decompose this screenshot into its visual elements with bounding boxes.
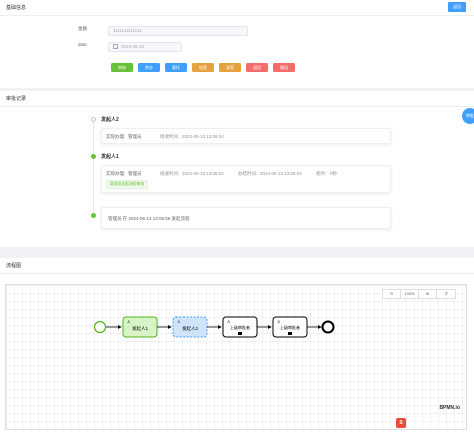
- basic-info-panel: 基础信息 返回 金额 1111111111111 date 2024-06-13…: [0, 0, 474, 88]
- withdraw-button[interactable]: 撤回: [273, 63, 295, 72]
- remove-sign-button[interactable]: 减签: [219, 63, 241, 72]
- audit-card: 实际办理: 管理员 接收时间: 2024-06-13 13:06:04: [101, 128, 391, 144]
- audit-title: 审批记录: [0, 91, 474, 107]
- entry-title: 发起人1: [101, 154, 119, 160]
- flow-diagram: ♙ 发起人1 ♙ 发起人2 ♙ 上级审批者 ♙ 上级审批者: [93, 316, 335, 338]
- receive-time: 2024-06-13 13:06:04: [182, 171, 224, 176]
- comment-tag: 管理员发起流程审批: [106, 180, 149, 189]
- bpmn-canvas[interactable]: ⊖ 100% ⊕ ↺ ♙ 发起人1 ♙ 发起人2 ♙ 上级审批者 ♙ 上级审批者…: [5, 284, 467, 430]
- user-icon: ♙: [127, 319, 131, 324]
- entry-title: 发起人2: [101, 117, 119, 123]
- task-label: 上级审批者: [280, 324, 300, 330]
- start-event[interactable]: [93, 320, 107, 334]
- back-button[interactable]: 返回: [448, 2, 466, 12]
- user-icon: ♙: [277, 319, 281, 324]
- transfer-button[interactable]: 转办: [138, 63, 160, 72]
- amount-field[interactable]: 1111111111111: [108, 26, 248, 36]
- receive-label: 接收时间:: [160, 171, 180, 176]
- task-label: 发起人1: [132, 325, 148, 332]
- task-label: 上级审批者: [230, 324, 250, 330]
- amount-label: 金额: [78, 26, 87, 31]
- timeline-line: [93, 122, 94, 214]
- approve-button[interactable]: 审核: [111, 63, 133, 72]
- flow-title: 流程图: [0, 258, 474, 274]
- handler-label: 实际办理:: [106, 171, 126, 176]
- cost-value: 0秒: [330, 171, 338, 176]
- date-value: 2024-06-13: [121, 44, 145, 49]
- delegate-button[interactable]: 委托: [165, 63, 187, 72]
- side-float-button[interactable]: 审批: [462, 108, 474, 124]
- multi-instance-icon: [288, 332, 292, 335]
- start-card: 管理员 在 2024-06-13 13:06:56 发起流程: [101, 207, 391, 229]
- receive-time: 2024-06-13 13:06:04: [182, 134, 224, 139]
- timeline-dot-pending: [91, 117, 96, 122]
- end-event[interactable]: [321, 320, 335, 334]
- handle-time: 2024-06-13 13:06:04: [260, 171, 302, 176]
- date-field[interactable]: 2024-06-13: [108, 42, 182, 52]
- multi-instance-icon: [238, 332, 242, 335]
- bpmn-io-logo[interactable]: BPMN.io: [439, 405, 460, 411]
- calendar-icon: [113, 44, 118, 50]
- receive-label: 接收时间:: [160, 134, 180, 139]
- return-button[interactable]: 退回: [246, 63, 268, 72]
- start-text: 管理员 在 2024-06-13 13:06:56 发起流程: [108, 216, 190, 221]
- basic-info-title: 基础信息: [0, 0, 474, 16]
- add-sign-button[interactable]: 加签: [192, 63, 214, 72]
- action-buttons: 审核 转办 委托 加签 减签 退回 撤回: [111, 63, 295, 72]
- csdn-logo-icon: S: [396, 418, 406, 428]
- date-label: date: [78, 42, 87, 47]
- handler-value: 管理员: [128, 171, 142, 176]
- csdn-watermark: S CSDN @阿霖说: [396, 418, 445, 428]
- watermark-text: CSDN @阿霖说: [409, 420, 445, 427]
- user-icon: ♙: [227, 319, 231, 324]
- timeline-dot-done: [91, 154, 96, 159]
- timeline-dot-start: [91, 213, 96, 218]
- task-label: 发起人2: [182, 325, 198, 332]
- cost-label: 耗时:: [316, 171, 327, 176]
- handle-label: 办结时间:: [238, 171, 258, 176]
- audit-card: 实际办理: 管理员 接收时间: 2024-06-13 13:06:04 办结时间…: [101, 165, 391, 193]
- handler-value: 管理员: [128, 134, 142, 139]
- user-icon: ♙: [177, 319, 181, 324]
- handler-label: 实际办理:: [106, 134, 126, 139]
- flow-panel: 流程图 ⊖ 100% ⊕ ↺ ♙ 发起人1 ♙ 发起人2 ♙ 上级审批者 ♙ 上…: [0, 258, 474, 436]
